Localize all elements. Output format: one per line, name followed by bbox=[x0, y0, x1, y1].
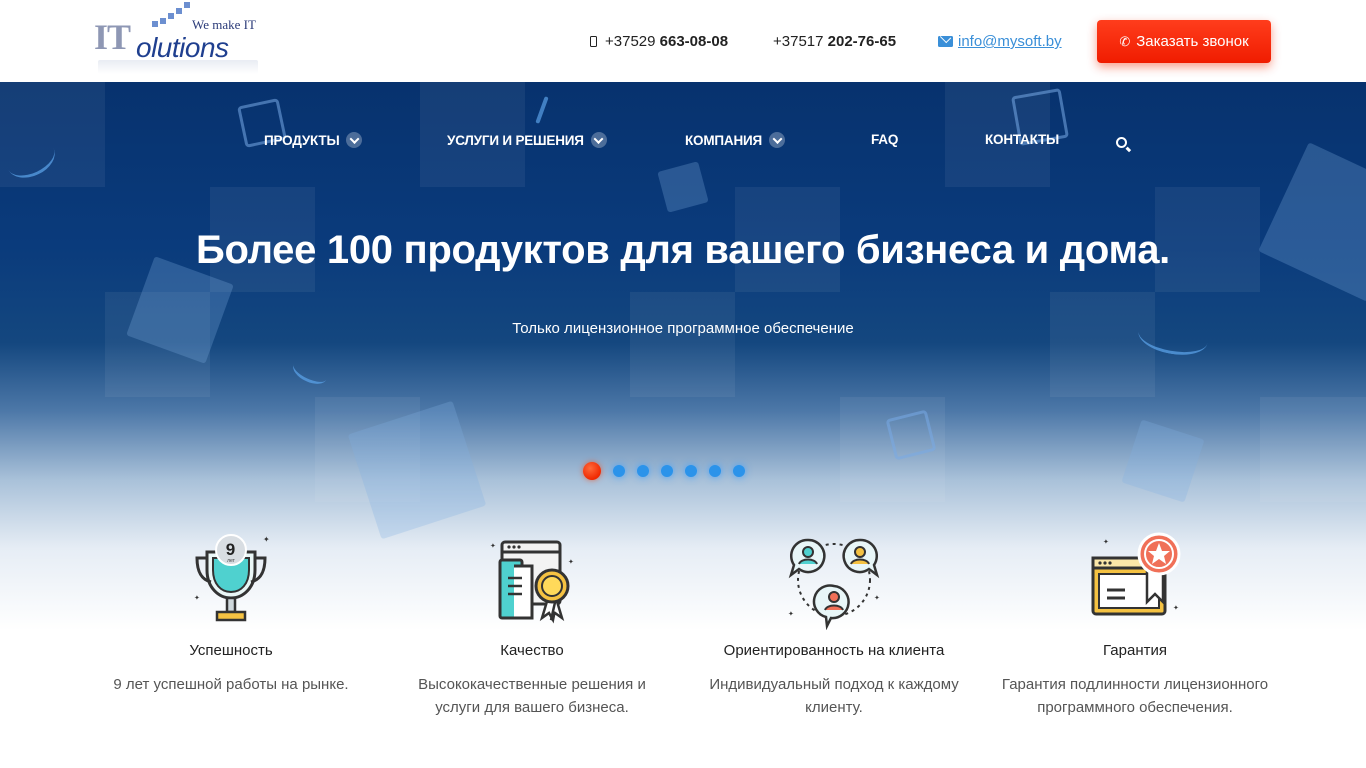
phone2-number: 202-76-65 bbox=[827, 33, 897, 50]
feature-title: Успешность bbox=[189, 642, 273, 659]
trophy-years-number: 9 bbox=[226, 540, 235, 559]
svg-text:✦: ✦ bbox=[1173, 604, 1179, 612]
slide-dot-3[interactable] bbox=[637, 465, 649, 477]
nav-faq[interactable]: FAQ bbox=[871, 132, 898, 147]
mobile-phone-icon bbox=[590, 36, 597, 47]
nav-contacts[interactable]: КОНТАКТЫ bbox=[985, 132, 1059, 147]
phone-mobile[interactable]: +37529 663-08-08 bbox=[590, 33, 728, 50]
slider-pagination bbox=[583, 462, 745, 480]
phone-handset-icon: ✆ bbox=[1119, 33, 1131, 49]
chevron-down-icon bbox=[346, 132, 363, 148]
feature-desc-line2: клиенту. bbox=[805, 699, 863, 716]
phone1-number: 663-08-08 bbox=[659, 33, 729, 50]
logo[interactable]: We make IT IT olutions bbox=[94, 2, 258, 76]
feature-title: Гарантия bbox=[1103, 642, 1167, 659]
logo-reflection bbox=[98, 60, 258, 74]
svg-text:✦: ✦ bbox=[263, 535, 270, 544]
main-navigation: ПРОДУКТЫ УСЛУГИ И РЕШЕНИЯ КОМПАНИЯ FAQ К… bbox=[0, 132, 1366, 156]
chevron-down-icon bbox=[590, 132, 607, 148]
feature-description: 9 лет успешной работы на рынке. bbox=[86, 673, 376, 696]
feature-desc-line1: 9 лет успешной работы на рынке. bbox=[113, 676, 349, 693]
logo-pixel bbox=[184, 2, 190, 8]
feature-description: Индивидуальный подход к каждому клиенту. bbox=[689, 673, 979, 719]
search-icon[interactable] bbox=[1116, 137, 1127, 148]
client-focus-icon: ✦ ✦ bbox=[788, 538, 880, 630]
feature-desc-line1: Индивидуальный подход к каждому bbox=[709, 676, 959, 693]
decor-line bbox=[535, 96, 549, 124]
site-header: We make IT IT olutions +37529 663-08-08 … bbox=[0, 0, 1366, 82]
phone-landline[interactable]: +37517 202-76-65 bbox=[773, 33, 896, 50]
svg-text:✦: ✦ bbox=[788, 610, 794, 618]
envelope-icon bbox=[938, 36, 953, 47]
bg-tile bbox=[1050, 292, 1155, 397]
nav-services-label: УСЛУГИ И РЕШЕНИЯ bbox=[447, 132, 584, 148]
slide-dot-4[interactable] bbox=[661, 465, 673, 477]
decor-square bbox=[1121, 419, 1205, 503]
feature-desc-line1: Гарантия подлинности лицензионного bbox=[1001, 676, 1269, 693]
email-link[interactable]: info@mysoft.by bbox=[938, 33, 1062, 50]
email-text: info@mysoft.by bbox=[958, 33, 1062, 50]
order-call-label: Заказать звонок bbox=[1136, 33, 1249, 50]
logo-tagline: We make IT bbox=[192, 17, 256, 32]
nav-contacts-label: КОНТАКТЫ bbox=[985, 132, 1060, 147]
decor-square bbox=[1258, 142, 1366, 302]
hero-subtitle: Только лицензионное программное обеспече… bbox=[512, 320, 854, 337]
trophy-years-unit: лет bbox=[227, 558, 236, 564]
svg-text:✦: ✦ bbox=[1103, 538, 1109, 546]
bg-tile bbox=[1260, 397, 1366, 502]
feature-guarantee: ✦ ✦ Гарантия Гарантия подлинности лиценз… bbox=[990, 530, 1280, 719]
order-call-button[interactable]: ✆ Заказать звонок bbox=[1097, 20, 1271, 63]
feature-desc-line2: услуги для вашего бизнеса. bbox=[435, 699, 629, 716]
phone1-prefix: +37529 bbox=[605, 33, 656, 50]
feature-title: Ориентированность на клиента bbox=[723, 642, 945, 659]
nav-company-label: КОМПАНИЯ bbox=[685, 132, 762, 148]
feature-description: Гарантия подлинности лицензионного прогр… bbox=[990, 673, 1280, 719]
feature-success: 9 лет ✦ ✦ Успешность 9 лет успешной рабо… bbox=[86, 530, 376, 696]
trophy-icon: 9 лет ✦ ✦ bbox=[194, 534, 270, 622]
decor-arc bbox=[289, 355, 331, 389]
svg-text:✦: ✦ bbox=[874, 594, 880, 602]
feature-title: Качество bbox=[500, 642, 564, 659]
chevron-down-icon bbox=[769, 132, 785, 148]
nav-company[interactable]: КОМПАНИЯ bbox=[685, 132, 785, 148]
svg-text:✦: ✦ bbox=[490, 542, 496, 550]
svg-text:✦: ✦ bbox=[568, 558, 574, 566]
feature-description: Высококачественные решения и услуги для … bbox=[387, 673, 677, 719]
features-section: 9 лет ✦ ✦ Успешность 9 лет успешной рабо… bbox=[0, 530, 1366, 740]
feature-client-focus: ✦ ✦ Ориентированность на клиента Индивид… bbox=[689, 530, 979, 719]
slide-dot-2[interactable] bbox=[613, 465, 625, 477]
logo-pixel bbox=[176, 8, 182, 14]
logo-pixel bbox=[168, 13, 174, 19]
slide-dot-1[interactable] bbox=[583, 462, 601, 480]
hero-title: Более 100 продуктов для вашего бизнеса и… bbox=[196, 228, 1170, 272]
slide-dot-7[interactable] bbox=[733, 465, 745, 477]
logo-pixel bbox=[160, 18, 166, 24]
nav-services[interactable]: УСЛУГИ И РЕШЕНИЯ bbox=[447, 132, 607, 148]
nav-products-label: ПРОДУКТЫ bbox=[264, 132, 340, 148]
feature-quality: ✦ ✦ Качество Высококачественные решения … bbox=[387, 530, 677, 719]
nav-products[interactable]: ПРОДУКТЫ bbox=[264, 132, 363, 148]
quality-certificate-icon: ✦ ✦ bbox=[490, 540, 574, 624]
nav-faq-label: FAQ bbox=[871, 132, 899, 147]
feature-desc-line1: Высококачественные решения и bbox=[418, 676, 646, 693]
logo-pixel bbox=[152, 21, 158, 27]
slide-dot-5[interactable] bbox=[685, 465, 697, 477]
slide-dot-6[interactable] bbox=[709, 465, 721, 477]
svg-text:✦: ✦ bbox=[194, 594, 200, 602]
bg-tile bbox=[630, 292, 735, 397]
guarantee-badge-icon: ✦ ✦ bbox=[1091, 532, 1181, 616]
phone2-prefix: +37517 bbox=[773, 33, 824, 50]
feature-desc-line2: программного обеспечения. bbox=[1037, 699, 1233, 716]
logo-it-text: IT bbox=[94, 17, 131, 57]
decor-square bbox=[657, 161, 709, 213]
